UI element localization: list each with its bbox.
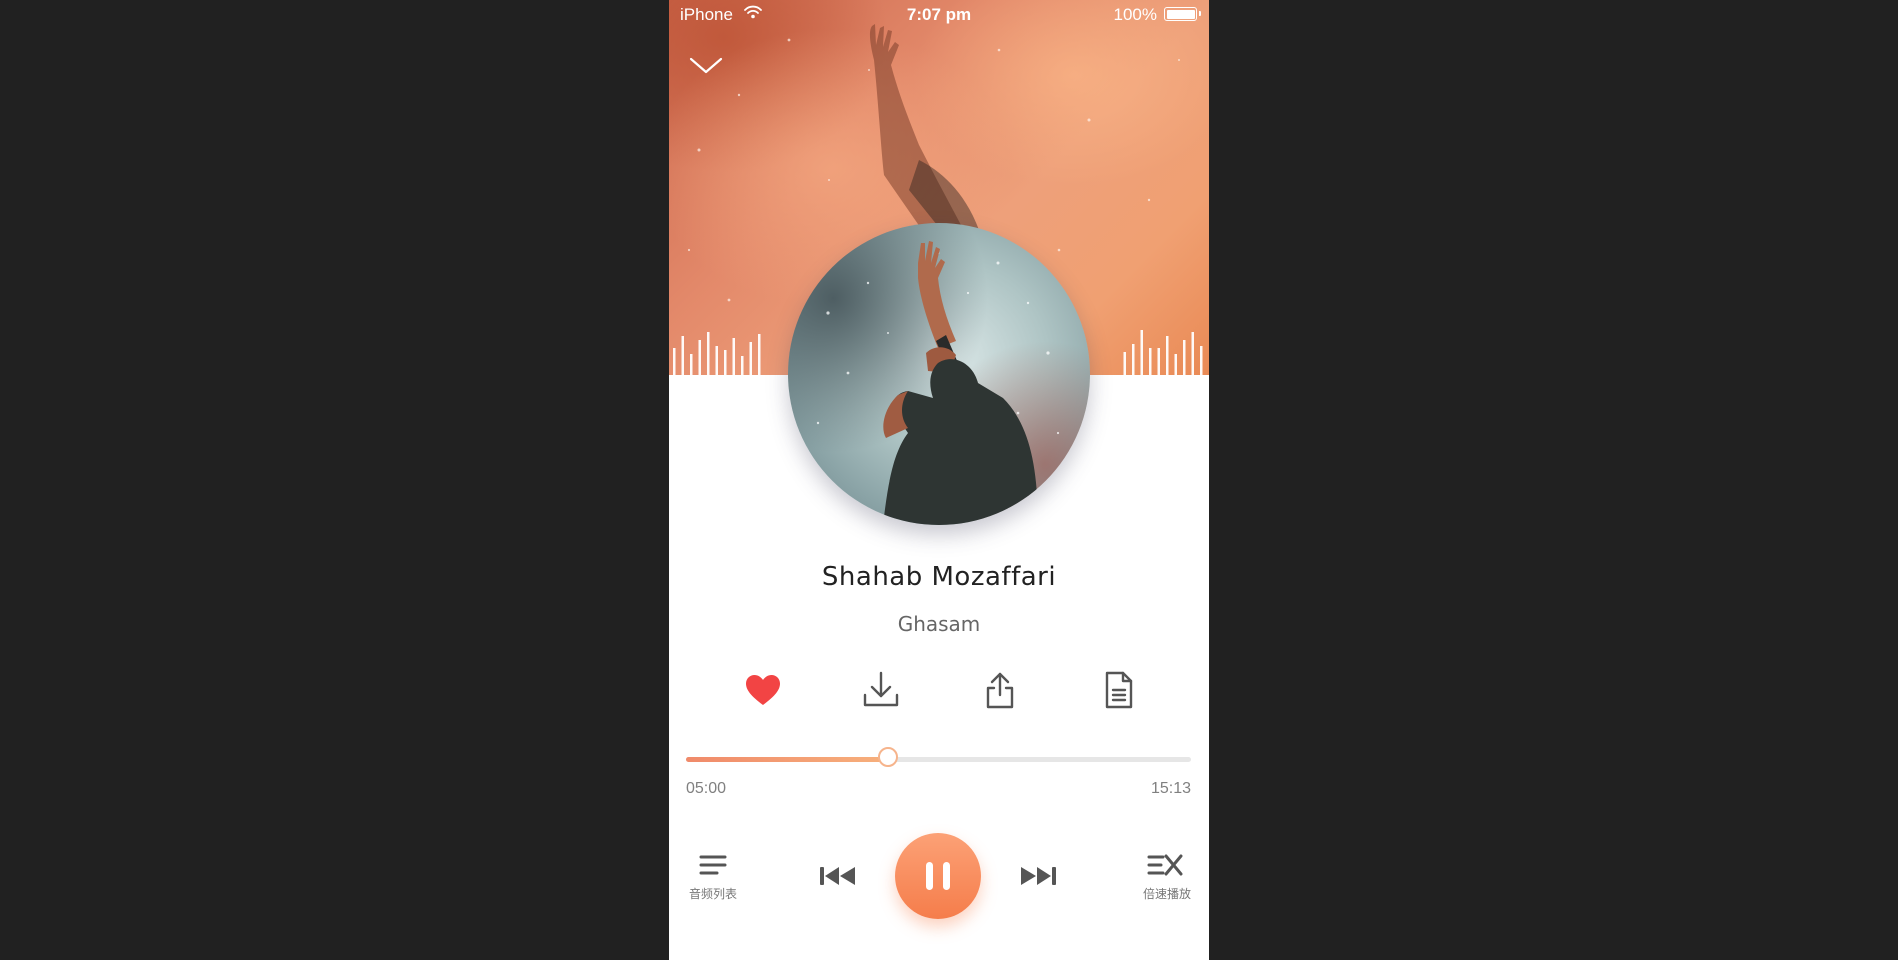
waveform-bar: [741, 356, 744, 375]
share-button[interactable]: [978, 668, 1022, 712]
playback-speed-button[interactable]: 倍速播放: [1135, 850, 1199, 906]
waveform-bar: [1157, 348, 1160, 375]
waveform-bar: [715, 346, 718, 375]
track-title: Shahab Mozaffari: [821, 562, 1057, 592]
document-icon: [1105, 671, 1133, 709]
skip-previous-icon: [820, 867, 855, 885]
progress-fill: [686, 757, 888, 762]
lyrics-button[interactable]: [1096, 668, 1140, 712]
waveform-bar: [1183, 340, 1186, 375]
battery-icon: [1164, 7, 1201, 21]
list-icon: [699, 855, 727, 875]
waveform-bar: [749, 342, 752, 375]
album-art-image: [816, 241, 1060, 525]
previous-button[interactable]: [817, 860, 859, 892]
chevron-down-icon[interactable]: [689, 50, 723, 80]
share-icon: [986, 672, 1014, 709]
battery-percent: 100%: [1113, 5, 1157, 24]
album-art: [788, 223, 1090, 525]
track-artist: Ghasam: [897, 612, 981, 636]
download-button[interactable]: [859, 668, 903, 712]
playback-speed-label: 倍速播放: [1142, 887, 1191, 901]
waveform-bar: [690, 354, 693, 375]
skip-next-icon: [1021, 867, 1056, 885]
waveform-bar: [1191, 332, 1194, 375]
waveform-bar: [673, 348, 676, 375]
total-time: 15:13: [1150, 780, 1191, 797]
like-button[interactable]: [741, 668, 785, 712]
waveform-bar: [1140, 330, 1143, 375]
waveform-bar: [1166, 336, 1169, 375]
waveform-bar: [1200, 346, 1203, 375]
elapsed-time: 05:00: [686, 780, 727, 797]
waveform-bar: [1149, 348, 1152, 375]
waveform-bar: [758, 334, 761, 375]
waveform-bar: [707, 332, 710, 375]
waveform-bar: [1123, 352, 1126, 375]
waveform-bar: [1174, 354, 1177, 375]
progress-thumb[interactable]: [878, 747, 898, 767]
heart-icon: [746, 675, 780, 705]
playlist-button[interactable]: 音频列表: [683, 850, 743, 906]
waveform-bar: [732, 338, 735, 375]
waveform-bar: [698, 340, 701, 375]
download-icon: [863, 671, 899, 707]
pause-button[interactable]: [895, 833, 981, 919]
playback-speed-icon: [1147, 854, 1183, 876]
waveform-bar: [724, 350, 727, 375]
waveform-bar: [1132, 344, 1135, 375]
next-button[interactable]: [1017, 860, 1059, 892]
music-player-screen: iPhone 7:07 pm 100% Shahab Mozaffari Gha…: [669, 0, 1209, 960]
pause-icon: [926, 862, 950, 890]
progress-track[interactable]: [686, 747, 1191, 767]
waveform-bar: [681, 336, 684, 375]
playlist-label: 音频列表: [688, 887, 737, 901]
